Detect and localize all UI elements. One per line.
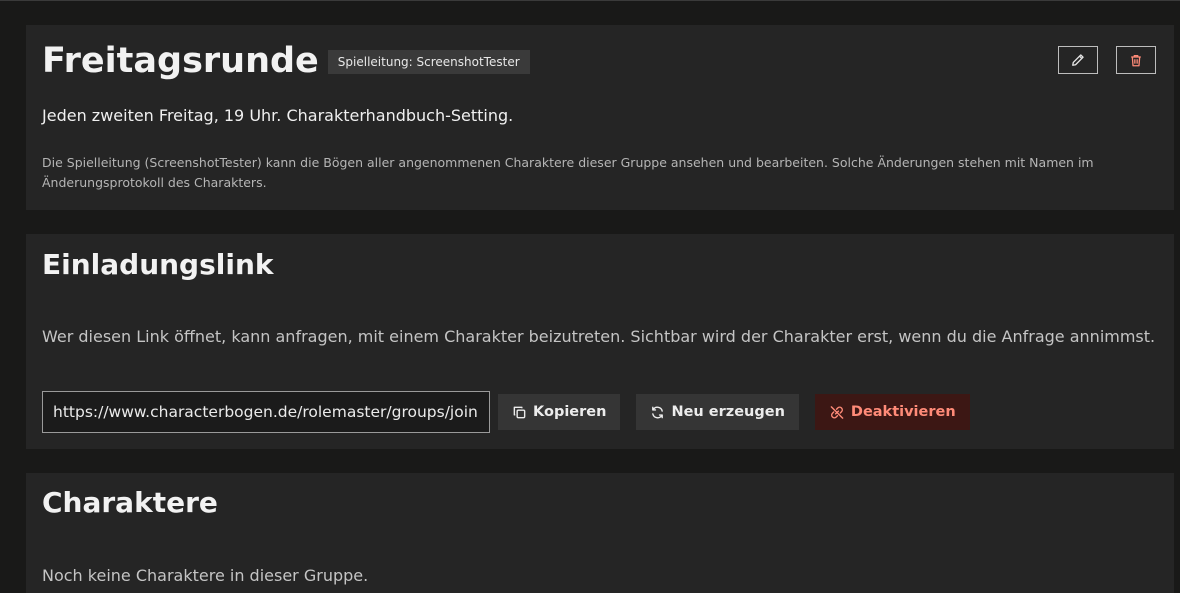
delete-group-button[interactable] (1116, 46, 1156, 74)
characters-title: Charaktere (42, 486, 218, 519)
group-title-row: Freitagsrunde Spielleitung: ScreenshotTe… (42, 41, 530, 81)
refresh-icon (652, 406, 664, 418)
link-off-icon (830, 405, 844, 419)
invite-card: Einladungslink Wer diesen Link öffnet, k… (26, 234, 1174, 449)
edit-group-button[interactable] (1058, 46, 1098, 74)
trash-icon (1131, 54, 1141, 66)
characters-card: Charaktere Noch keine Charaktere in dies… (26, 473, 1174, 593)
group-description: Jeden zweiten Freitag, 19 Uhr. Charakter… (42, 106, 514, 125)
characters-empty-text: Noch keine Charaktere in dieser Gruppe. (42, 566, 369, 585)
invite-title: Einladungslink (42, 248, 274, 281)
regenerate-link-button[interactable]: Neu erzeugen (636, 394, 799, 430)
copy-icon (513, 406, 526, 418)
group-title: Freitagsrunde (42, 41, 319, 81)
game-master-note: Die Spielleitung (ScreenshotTester) kann… (42, 155, 1094, 190)
group-card: Freitagsrunde Spielleitung: ScreenshotTe… (26, 25, 1174, 210)
deactivate-link-button[interactable]: Deaktivieren (814, 394, 970, 430)
deactivate-button-label: Deaktivieren (850, 404, 956, 420)
top-border (0, 0, 1180, 1)
regenerate-button-label: Neu erzeugen (671, 404, 785, 420)
invite-link-input[interactable] (42, 391, 490, 433)
invite-description: Wer diesen Link öffnet, kann anfragen, m… (42, 327, 1156, 346)
invite-link-row: Kopieren Neu erzeugen Deaktivieren (42, 391, 970, 433)
pencil-icon (1072, 54, 1084, 66)
copy-link-button[interactable]: Kopieren (498, 394, 621, 430)
copy-button-label: Kopieren (533, 404, 607, 420)
game-master-badge: Spielleitung: ScreenshotTester (327, 50, 530, 74)
